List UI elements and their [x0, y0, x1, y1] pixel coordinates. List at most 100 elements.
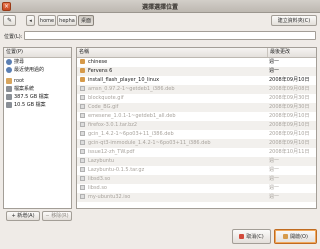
- file-name: Lazybuntu-0.1.5.tar.gz: [88, 167, 145, 173]
- path-button-desktop[interactable]: 桌面: [78, 15, 94, 26]
- place-volume-387gb[interactable]: 387.5 GB 檔案: [4, 93, 71, 101]
- open-button-label: 開啟(O): [290, 234, 308, 240]
- file-row[interactable]: Lazybuntu 週一: [77, 157, 316, 166]
- place-volume-10gb[interactable]: 10.5 GB 檔案: [4, 101, 71, 109]
- file-name: my-ubuntu32.iso: [88, 194, 131, 200]
- file-name: gcin-qt3-immodule_1.4.2-1~6po03+11_i386.…: [88, 140, 211, 146]
- file-row[interactable]: emesene_1.0.1-1~getdeb1_all.deb 2008年09月1…: [77, 112, 316, 121]
- location-input[interactable]: [24, 31, 316, 40]
- file-row[interactable]: my-ubuntu32.iso 週一: [77, 193, 316, 202]
- path-button-home[interactable]: home: [38, 15, 56, 26]
- doc-icon: [80, 158, 85, 163]
- place-label: 10.5 GB 檔案: [14, 102, 46, 108]
- file-row[interactable]: gcin-qt3-immodule_1.4.2-1~6po03+11_i386.…: [77, 139, 316, 148]
- places-panel: 位置(P) 搜尋 最近使用過的 root 檔案系統 387.5 GB 檔案 10…: [3, 47, 72, 209]
- drive-icon: [6, 94, 12, 100]
- file-modified: 週一: [269, 68, 280, 74]
- doc-icon: [80, 86, 85, 91]
- file-row[interactable]: libsd3.so 週一: [77, 175, 316, 184]
- file-modified: 週一: [269, 158, 280, 164]
- file-name: issue12-zh_TW.pdf: [88, 149, 135, 155]
- add-place-button[interactable]: + 新增(A): [6, 211, 40, 221]
- file-row[interactable]: libsd.so 週一: [77, 184, 316, 193]
- file-modified: 週一: [269, 176, 280, 182]
- file-modified: 2008年09月08日: [269, 86, 310, 92]
- file-modified: 2008年09月10日: [269, 113, 310, 119]
- file-modified: 週一: [269, 185, 280, 191]
- file-row[interactable]: Lazybuntu-0.1.5.tar.gz 週一: [77, 166, 316, 175]
- doc-icon: [80, 104, 85, 109]
- column-header-name[interactable]: 名稱: [79, 48, 89, 57]
- file-name: libsd.so: [88, 185, 107, 191]
- drive-icon: [6, 86, 12, 92]
- file-name: install_flash_player_10_linux: [88, 77, 160, 83]
- file-modified: 2008年09月10日: [269, 77, 310, 83]
- doc-icon: [80, 167, 85, 172]
- file-modified: 2008年09月30日: [269, 104, 310, 110]
- doc-icon: [80, 149, 85, 154]
- file-row[interactable]: gcin_1.4.2-1~6po03+11_i386.deb 2008年09月10…: [77, 130, 316, 139]
- file-row[interactable]: Code_BG.gif 2008年09月30日: [77, 103, 316, 112]
- file-row[interactable]: Fervens 6 週一: [77, 67, 316, 76]
- file-name: firefox-3.0.1.tar.bz2: [88, 122, 138, 128]
- cancel-button-label: 取消(C): [246, 234, 264, 240]
- doc-icon: [80, 113, 85, 118]
- file-name: chinese: [88, 59, 108, 65]
- file-modified: 週一: [269, 167, 280, 173]
- create-folder-button[interactable]: 建立資料夾(C): [271, 15, 317, 26]
- column-header-modified[interactable]: 最後更改: [267, 48, 316, 57]
- place-recent[interactable]: 最近使用過的: [4, 66, 71, 74]
- places-header[interactable]: 位置(P): [4, 48, 71, 58]
- file-name: libsd3.so: [88, 176, 111, 182]
- file-name: emesene_1.0.1-1~getdeb1_all.deb: [88, 113, 176, 119]
- place-label: 387.5 GB 檔案: [14, 94, 49, 100]
- location-label: 位置(L):: [4, 34, 23, 40]
- file-chooser-dialog: × 選擇選擇位置 ✎ ◂ home hepha 桌面 建立資料夾(C) 位置(L…: [0, 0, 320, 249]
- open-icon: [283, 234, 289, 239]
- title-bar: × 選擇選擇位置: [0, 0, 320, 13]
- file-name: amsn_0.97.2-1~getdeb1_i386.deb: [88, 86, 175, 92]
- file-row[interactable]: blockquote.gif 2008年09月30日: [77, 94, 316, 103]
- edit-path-icon[interactable]: ✎: [3, 15, 16, 26]
- doc-icon: [80, 194, 85, 199]
- file-row[interactable]: issue12-zh_TW.pdf 2008年10月11日: [77, 148, 316, 157]
- folder-icon: [80, 68, 85, 73]
- file-name: gcin_1.4.2-1~6po03+11_i386.deb: [88, 131, 174, 137]
- file-modified: 週一: [269, 59, 280, 65]
- file-modified: 2008年09月10日: [269, 140, 310, 146]
- file-name: Lazybuntu: [88, 158, 115, 164]
- path-button-hepha[interactable]: hepha: [57, 15, 77, 26]
- file-row[interactable]: amsn_0.97.2-1~getdeb1_i386.deb 2008年09月08…: [77, 85, 316, 94]
- folder-icon: [80, 77, 85, 82]
- path-scroll-left-button[interactable]: ◂: [26, 15, 35, 26]
- cancel-icon: [239, 234, 245, 239]
- doc-icon: [80, 95, 85, 100]
- search-icon: [6, 59, 12, 65]
- doc-icon: [80, 140, 85, 145]
- place-label: 最近使用過的: [14, 67, 45, 73]
- file-name: Fervens 6: [88, 68, 113, 74]
- remove-place-button[interactable]: − 移除(R): [42, 211, 72, 221]
- file-list: 名稱 最後更改 chinese 週一 Fervens 6 週一 install_flas…: [76, 47, 317, 209]
- home-icon: [6, 78, 12, 84]
- recent-icon: [6, 67, 12, 73]
- place-search[interactable]: 搜尋: [4, 58, 71, 66]
- file-modified: 2008年10月11日: [269, 149, 310, 155]
- place-root[interactable]: root: [4, 77, 71, 85]
- drive-icon: [6, 102, 12, 108]
- place-label: 搜尋: [14, 59, 25, 65]
- file-row[interactable]: firefox-3.0.1.tar.bz2 2008年09月10日: [77, 121, 316, 130]
- file-name: Code_BG.gif: [88, 104, 119, 110]
- place-filesystem[interactable]: 檔案系統: [4, 85, 71, 93]
- cancel-button[interactable]: 取消(C): [232, 229, 271, 244]
- doc-icon: [80, 122, 85, 127]
- file-name: blockquote.gif: [88, 95, 124, 101]
- doc-icon: [80, 185, 85, 190]
- file-rows: chinese 週一 Fervens 6 週一 install_flash_player…: [77, 58, 316, 202]
- place-label: 檔案系統: [14, 86, 35, 92]
- open-button[interactable]: 開啟(O): [274, 229, 317, 244]
- file-row[interactable]: chinese 週一: [77, 58, 316, 67]
- file-row[interactable]: install_flash_player_10_linux 2008年09月10日: [77, 76, 316, 85]
- place-label: root: [14, 78, 25, 84]
- file-modified: 週一: [269, 194, 280, 200]
